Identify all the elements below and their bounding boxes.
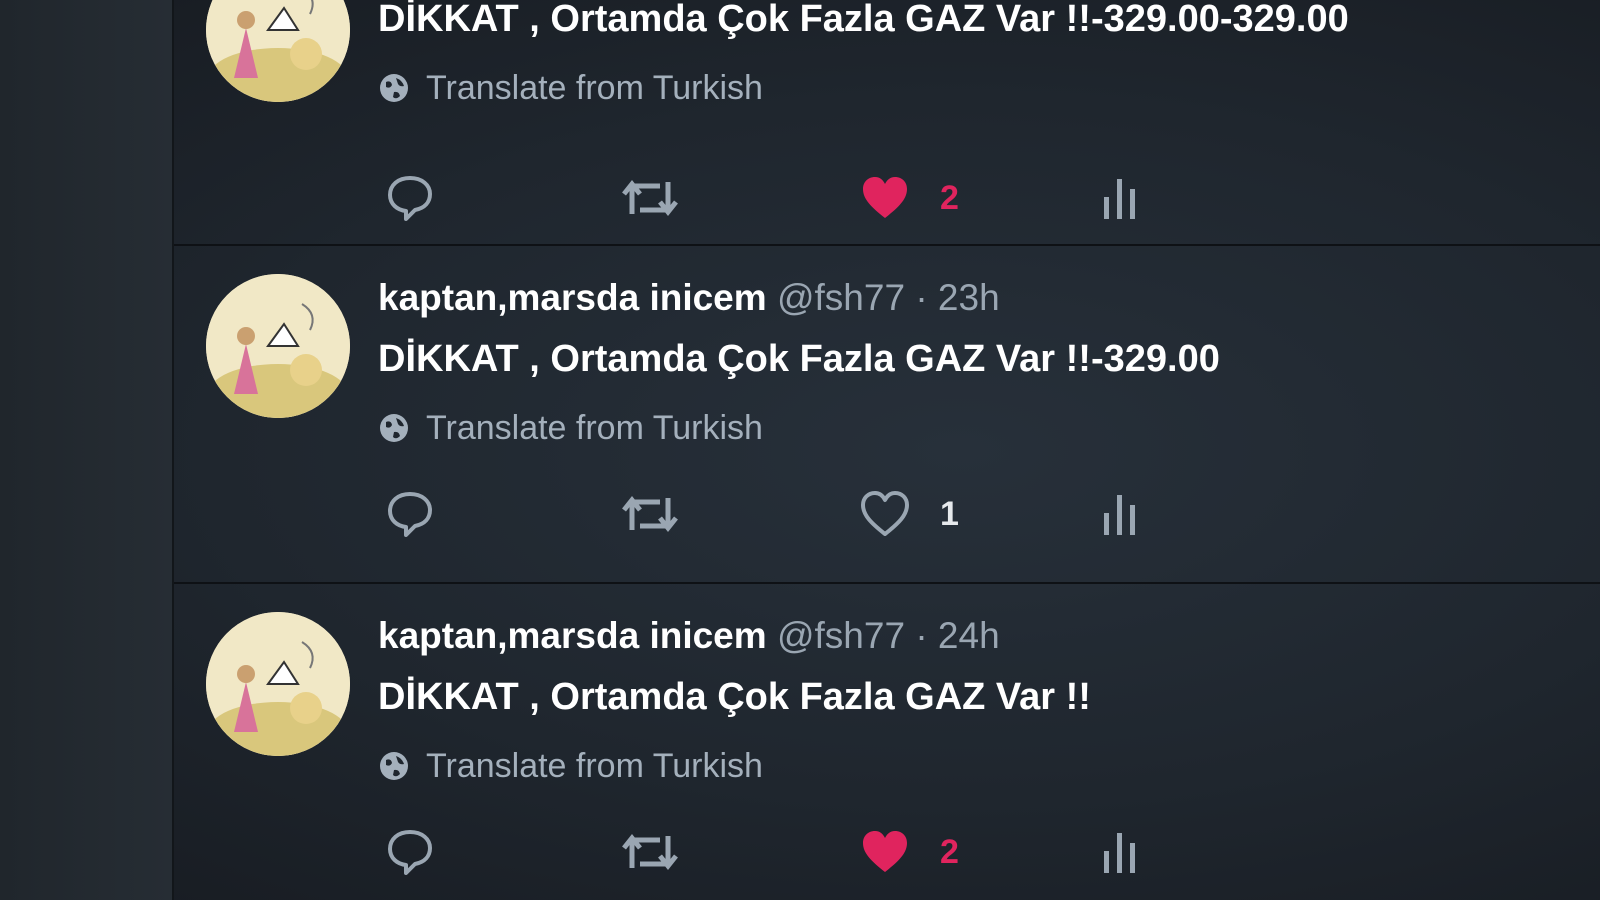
reply-icon [388, 830, 432, 875]
heart-outline-icon [861, 491, 909, 536]
analytics-button[interactable] [1100, 486, 1140, 542]
analytics-icon [1104, 833, 1135, 873]
tweet-timestamp[interactable]: 24h [938, 615, 1000, 656]
like-button[interactable]: 1 [860, 486, 959, 542]
user-handle[interactable]: @fsh77 [777, 277, 905, 318]
reply-button[interactable] [384, 170, 436, 226]
retweet-icon [622, 495, 678, 533]
retweet-icon [622, 179, 678, 217]
left-sidebar-gutter [0, 0, 174, 900]
tweet[interactable]: DİKKAT , Ortamda Çok Fazla GAZ Var !!-32… [174, 0, 1600, 246]
analytics-button[interactable] [1100, 170, 1140, 226]
tweet-text: DİKKAT , Ortamda Çok Fazla GAZ Var !!-32… [378, 338, 1220, 380]
tweet-feed: DİKKAT , Ortamda Çok Fazla GAZ Var !!-32… [174, 0, 1600, 900]
tweet-actions: 2 [384, 170, 1184, 226]
tweet-actions: 1 [384, 486, 1184, 542]
like-count: 2 [940, 178, 959, 217]
translate-label: Translate from Turkish [426, 409, 763, 447]
tweet-header: kaptan,marsda inicem @fsh77 · 24h [378, 614, 1000, 658]
user-handle[interactable]: @fsh77 [777, 615, 905, 656]
globe-icon [380, 74, 408, 102]
globe-icon [380, 414, 408, 442]
display-name[interactable]: kaptan,marsda inicem [378, 615, 767, 656]
heart-filled-icon [863, 831, 907, 872]
tweet-timestamp[interactable]: 23h [938, 277, 1000, 318]
avatar[interactable] [206, 274, 350, 418]
screen: DİKKAT , Ortamda Çok Fazla GAZ Var !!-32… [0, 0, 1600, 900]
like-button[interactable]: 2 [860, 170, 959, 226]
reply-icon [388, 492, 432, 537]
translate-link[interactable]: Translate from Turkish [378, 746, 763, 786]
retweet-button[interactable] [620, 170, 680, 226]
avatar[interactable] [206, 0, 350, 102]
like-count: 2 [940, 832, 959, 871]
header-separator: · [915, 277, 928, 318]
header-separator: · [915, 615, 928, 656]
reply-button[interactable] [384, 486, 436, 542]
analytics-button[interactable] [1100, 824, 1140, 880]
translate-label: Translate from Turkish [426, 747, 763, 785]
retweet-icon [622, 833, 678, 871]
tweet[interactable]: kaptan,marsda inicem @fsh77 · 24h DİKKAT… [174, 584, 1600, 900]
reply-icon [388, 176, 432, 221]
translate-label: Translate from Turkish [426, 69, 763, 107]
translate-link[interactable]: Translate from Turkish [378, 68, 763, 108]
tweet-header: kaptan,marsda inicem @fsh77 · 23h [378, 276, 1000, 320]
tweet-text: DİKKAT , Ortamda Çok Fazla GAZ Var !!-32… [378, 0, 1349, 40]
translate-link[interactable]: Translate from Turkish [378, 408, 763, 448]
display-name[interactable]: kaptan,marsda inicem [378, 277, 767, 318]
tweet-actions: 2 [384, 824, 1184, 880]
globe-icon [380, 752, 408, 780]
heart-filled-icon [863, 177, 907, 218]
retweet-button[interactable] [620, 824, 680, 880]
reply-button[interactable] [384, 824, 436, 880]
tweet[interactable]: kaptan,marsda inicem @fsh77 · 23h DİKKAT… [174, 246, 1600, 584]
like-button[interactable]: 2 [860, 824, 959, 880]
retweet-button[interactable] [620, 486, 680, 542]
analytics-icon [1104, 179, 1135, 219]
tweet-text: DİKKAT , Ortamda Çok Fazla GAZ Var !! [378, 676, 1091, 718]
like-count: 1 [940, 494, 959, 533]
avatar[interactable] [206, 612, 350, 756]
analytics-icon [1104, 495, 1135, 535]
